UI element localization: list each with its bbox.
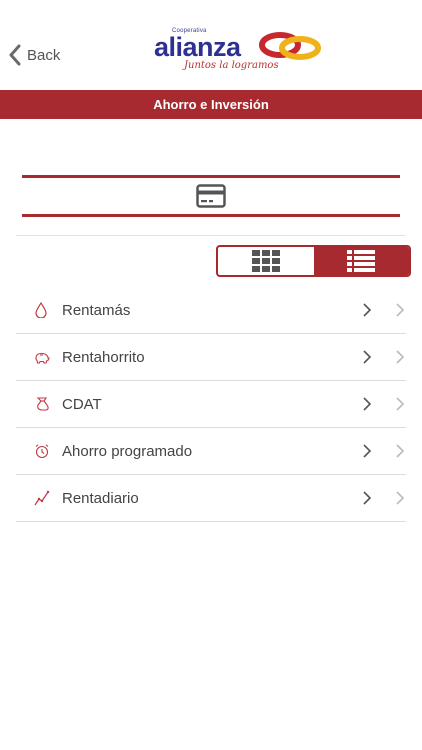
alianza-logo: Cooperativa alianza Juntos la logramos (150, 26, 330, 76)
trend-line-icon (34, 490, 60, 506)
list-item-label: Rentadiario (62, 489, 139, 507)
top-navigation-bar: Back Cooperativa alianza Juntos la logra… (0, 0, 422, 90)
grid-icon (251, 250, 280, 272)
divider (16, 235, 406, 236)
card-tab[interactable] (22, 175, 400, 217)
chevron-right-icon (396, 303, 405, 317)
money-bag-icon (34, 396, 60, 412)
chevron-right-icon (396, 444, 405, 458)
grid-view-button[interactable] (218, 247, 314, 275)
list-icon (347, 250, 376, 272)
page-title: Ahorro e Inversión (153, 97, 269, 112)
products-list: Rentamás Rentahorrito CDAT Ahorro progra… (16, 287, 406, 522)
piggy-bank-icon (34, 350, 60, 364)
list-item-cdat[interactable]: CDAT (16, 381, 406, 428)
back-button[interactable]: Back (8, 42, 60, 68)
list-item-label: CDAT (62, 395, 102, 413)
list-item-rentadiario[interactable]: Rentadiario (16, 475, 406, 522)
list-item-rentahorrito[interactable]: Rentahorrito (16, 334, 406, 381)
chevron-right-icon (363, 491, 372, 505)
drop-icon (34, 302, 60, 318)
page-title-bar: Ahorro e Inversión (0, 90, 422, 119)
chevron-right-icon (363, 444, 372, 458)
list-item-ahorro-programado[interactable]: Ahorro programado (16, 428, 406, 475)
logo-tagline: Juntos la logramos (184, 60, 279, 71)
list-item-rentamas[interactable]: Rentamás (16, 287, 406, 334)
logo-swirl-icon (259, 32, 321, 60)
view-toggle (216, 245, 411, 277)
chevron-right-icon (363, 350, 372, 364)
list-item-label: Rentahorrito (62, 348, 145, 366)
chevron-right-icon (396, 350, 405, 364)
chevron-right-icon (363, 397, 372, 411)
logo-word: alianza (154, 32, 241, 62)
alarm-clock-icon (34, 443, 60, 459)
list-view-button[interactable] (313, 247, 409, 275)
chevron-right-icon (363, 303, 372, 317)
chevron-left-icon (9, 44, 21, 66)
back-label: Back (27, 46, 61, 64)
chevron-right-icon (396, 491, 405, 505)
chevron-right-icon (396, 397, 405, 411)
list-item-label: Ahorro programado (62, 442, 193, 460)
list-item-label: Rentamás (62, 301, 131, 319)
credit-card-icon (196, 184, 226, 208)
